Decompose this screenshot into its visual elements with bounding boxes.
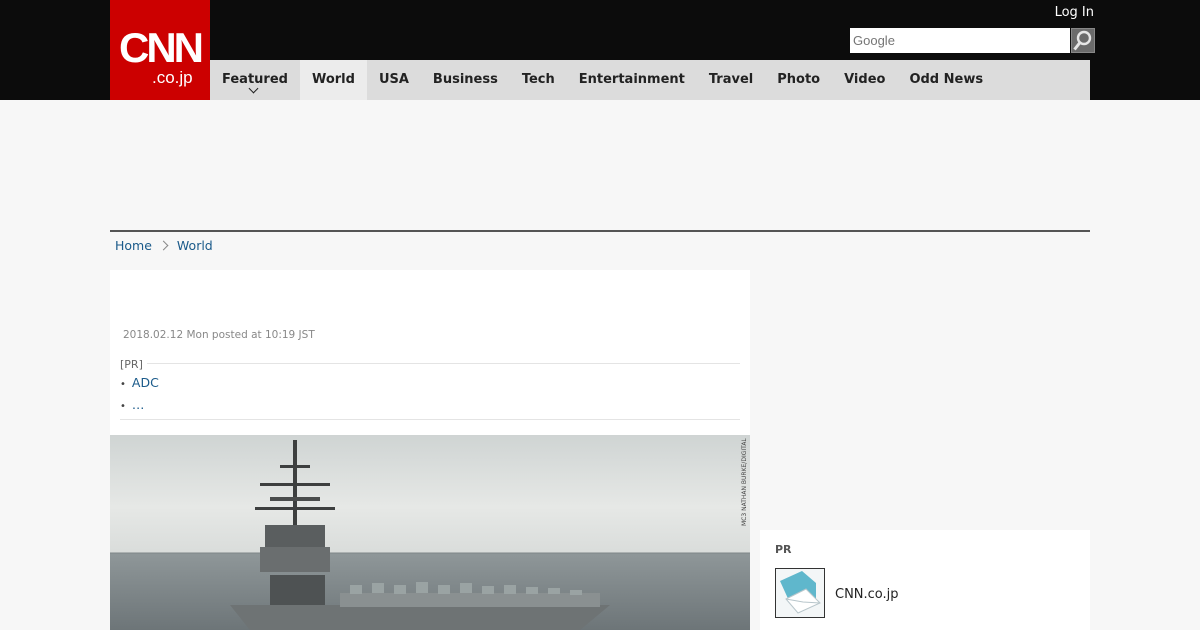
nav-item-label: World	[311, 72, 355, 87]
pr-link-text[interactable]: …	[132, 397, 145, 412]
article-photo-aircraft-carrier	[110, 435, 750, 630]
nav-item-world[interactable]: World	[299, 60, 367, 100]
nav-item-label: Travel	[708, 72, 754, 87]
pr-link-item[interactable]: • ADC	[120, 375, 159, 390]
posted-timestamp: 2018.02.12 Mon posted at 10:19 JST	[123, 329, 315, 341]
photo-credit: MC3 NATHAN BURKE/DIGITAL	[741, 438, 748, 526]
pr-divider-top	[120, 363, 740, 364]
sidebar-pr-box: PR CNN.co.jp	[760, 530, 1090, 630]
bullet-icon: •	[120, 401, 126, 412]
mail-icon	[776, 569, 824, 617]
nav-item-label: Tech	[521, 72, 555, 87]
bullet-icon: •	[120, 379, 126, 390]
nav-item-travel[interactable]: Travel	[697, 60, 765, 100]
logo-main-text: CNN	[119, 24, 204, 71]
pr-link-text[interactable]: ADC	[132, 375, 159, 390]
nav-item-label: Business	[432, 72, 498, 87]
pr-link-item[interactable]: •…	[120, 397, 144, 412]
nav-item-business[interactable]: Business	[421, 60, 510, 100]
breadcrumb-home-link[interactable]: Home	[115, 238, 152, 253]
search-icon	[1073, 30, 1092, 51]
breadcrumb-world-link[interactable]: World	[177, 238, 213, 253]
aircraft-carrier-image	[110, 435, 750, 630]
nav-item-label: Photo	[777, 72, 821, 87]
login-link[interactable]: Log In	[1055, 5, 1094, 20]
nav-item-featured[interactable]: Featured	[210, 60, 300, 100]
nav-item-label: Odd News	[909, 72, 984, 87]
section-divider	[110, 230, 1090, 232]
nav-item-label: USA	[378, 72, 409, 87]
nav-item-entertainment[interactable]: Entertainment	[567, 60, 697, 100]
nav-item-usa[interactable]: USA	[367, 60, 421, 100]
search-input[interactable]	[850, 28, 1070, 53]
nav-item-label: Video	[844, 72, 886, 87]
main-nav: Featured World USA Business Tech Enterta…	[210, 60, 1090, 100]
pr-item-label[interactable]: CNN.co.jp	[835, 587, 899, 602]
breadcrumb: Home World	[115, 238, 213, 253]
nav-item-video[interactable]: Video	[832, 60, 897, 100]
nav-item-tech[interactable]: Tech	[510, 60, 567, 100]
nav-item-odd-news[interactable]: Odd News	[897, 60, 995, 100]
nav-item-label: Entertainment	[578, 72, 685, 87]
article-header: 2018.02.12 Mon posted at 10:19 JST [PR] …	[110, 270, 750, 435]
nav-item-photo[interactable]: Photo	[765, 60, 832, 100]
pr-divider-bottom	[120, 419, 740, 420]
pr-box-title: PR	[775, 543, 792, 556]
pr-tag: [PR]	[120, 358, 147, 371]
logo-sub-text: .co.jp	[152, 68, 193, 87]
cnn-logo[interactable]: CNN .co.jp	[110, 0, 210, 100]
pr-thumbnail[interactable]	[775, 568, 825, 618]
chevron-right-icon	[158, 240, 169, 251]
search-button[interactable]	[1071, 28, 1095, 53]
